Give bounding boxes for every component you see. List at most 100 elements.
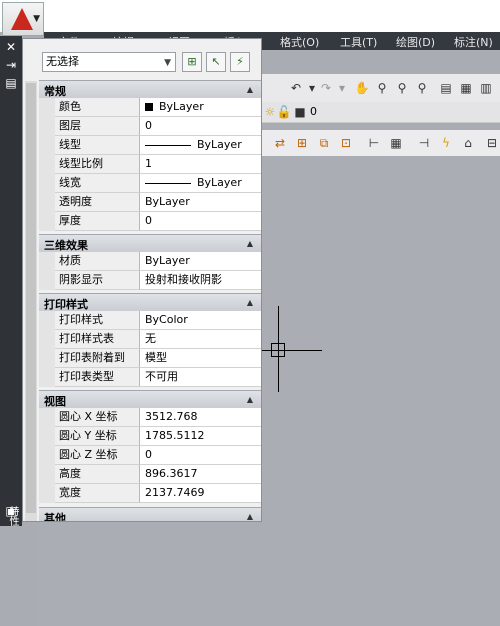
property-row-plot-style[interactable]: 打印样式 ByColor [39,311,261,330]
property-name: 圆心 Y 坐标 [55,427,140,446]
section-title: 视图 [44,395,66,408]
property-name: 图层 [55,117,140,136]
pan-icon[interactable]: ✋ [354,80,370,96]
property-value[interactable]: 0 [140,212,261,231]
selection-dropdown[interactable]: 无选择 ▼ [42,52,176,72]
property-row-linetype-scale[interactable]: 线型比例 1 [39,155,261,174]
property-value[interactable]: ByLayer [140,252,261,271]
property-value[interactable]: 0 [140,446,261,465]
section-3d-effects[interactable]: 三维效果 ▲ [39,234,261,252]
property-value[interactable]: 1785.5112 [140,427,261,446]
chevron-up-icon: ▲ [246,512,253,521]
table-icon[interactable]: ▦ [388,135,404,151]
property-value[interactable]: ByLayer [140,136,261,155]
property-name: 线宽 [55,174,140,193]
array-icon[interactable]: ⊞ [294,135,310,151]
property-row-plot-table-attached[interactable]: 打印表附着到 模型 [39,349,261,368]
undo-icon[interactable]: ↶ [288,80,304,96]
close-icon[interactable]: ✕ [3,40,19,54]
mirror-icon[interactable]: ⊡ [338,135,354,151]
property-value[interactable]: ByLayer [140,193,261,212]
menu-dimension[interactable]: 标注(N) [454,34,493,50]
menu-format[interactable]: 格式(O) [280,34,319,50]
design-center-icon[interactable]: ▦ [458,80,474,96]
application-menu-button[interactable]: ▼ [2,2,44,36]
property-value[interactable]: ByLayer [140,174,261,193]
line-sample-icon [145,182,191,184]
palette-settings-icon[interactable]: ▣ [3,504,19,518]
property-row-center-x[interactable]: 圆心 X 坐标 3512.768 [39,408,261,427]
property-value[interactable]: 模型 [140,349,261,368]
property-row-width[interactable]: 宽度 2137.7469 [39,484,261,503]
section-title: 打印样式 [44,298,88,311]
property-value[interactable]: ByColor [140,311,261,330]
align-icon[interactable]: ⊣ [416,135,432,151]
tool-palettes-icon[interactable]: ▥ [478,80,494,96]
property-row-plot-style-table[interactable]: 打印样式表 无 [39,330,261,349]
tool-icon[interactable]: ⊟ [484,135,500,151]
quick-select-button[interactable]: ⚡ [230,52,250,72]
tag-icon[interactable]: ⌂ [460,135,476,151]
property-name: 圆心 Z 坐标 [55,446,140,465]
property-name: 打印样式 [55,311,140,330]
lightning-icon[interactable]: ϟ [438,135,454,151]
section-view[interactable]: 视图 ▲ [39,390,261,408]
palette-properties-icon[interactable]: ▤ [3,76,19,90]
chevron-up-icon: ▲ [246,298,253,307]
property-row-height[interactable]: 高度 896.3617 [39,465,261,484]
pickbox [271,343,285,357]
line-sample-icon [145,144,191,146]
property-row-shadow-display[interactable]: 阴影显示 投射和接收阴影 [39,271,261,290]
property-row-linetype[interactable]: 线型 ByLayer [39,136,261,155]
property-row-transparency[interactable]: 透明度 ByLayer [39,193,261,212]
section-general[interactable]: 常规 ▲ [39,80,261,98]
menu-tools[interactable]: 工具(T) [340,34,377,50]
current-layer-value[interactable]: 0 [310,105,317,118]
chevron-down-icon: ▼ [164,58,171,68]
zoom-window-icon[interactable]: ⚲ [394,80,410,96]
menu-draw[interactable]: 绘图(D) [396,34,435,50]
property-row-lineweight[interactable]: 线宽 ByLayer [39,174,261,193]
property-row-material[interactable]: 材质 ByLayer [39,252,261,271]
zoom-realtime-icon[interactable]: ⚲ [374,80,390,96]
zoom-previous-icon[interactable]: ⚲ [414,80,430,96]
property-value[interactable]: 投射和接收阴影 [140,271,261,290]
scrollbar-thumb[interactable] [26,83,36,513]
redo-icon[interactable]: ↷ [318,80,334,96]
layer-color-icon: ■ [294,105,306,119]
property-row-center-y[interactable]: 圆心 Y 坐标 1785.5112 [39,427,261,446]
property-value[interactable]: 不可用 [140,368,261,387]
copy-icon[interactable]: ⧉ [316,135,332,151]
property-value[interactable]: 2137.7469 [140,484,261,503]
dimension-icon[interactable]: ⊢ [366,135,382,151]
property-name: 宽度 [55,484,140,503]
lock-icon: 🔓 [276,105,292,119]
chevron-up-icon: ▲ [246,395,253,404]
property-row-color[interactable]: 颜色 ByLayer [39,98,261,117]
chevron-up-icon: ▲ [246,239,253,248]
toggle-pickadd-button[interactable]: ⊞ [182,52,202,72]
select-objects-button[interactable]: ↖ [206,52,226,72]
redo-dropdown-icon[interactable]: ▾ [334,80,350,96]
property-value[interactable]: 无 [140,330,261,349]
property-row-plot-table-type[interactable]: 打印表类型 不可用 [39,368,261,387]
section-plot-style[interactable]: 打印样式 ▲ [39,293,261,311]
property-value[interactable]: 0 [140,117,261,136]
property-value[interactable]: 896.3617 [140,465,261,484]
property-value[interactable]: 3512.768 [140,408,261,427]
property-name: 高度 [55,465,140,484]
property-row-center-z[interactable]: 圆心 Z 坐标 0 [39,446,261,465]
property-value[interactable]: 1 [140,155,261,174]
section-misc[interactable]: 其他 ▲ [39,507,261,521]
standard-toolbar: ↶ ▾ ↷ ▾ ✋ ⚲ ⚲ ⚲ ▤ ▦ ▥ [262,74,500,103]
property-row-thickness[interactable]: 厚度 0 [39,212,261,231]
property-name: 材质 [55,252,140,271]
property-name: 圆心 X 坐标 [55,408,140,427]
property-name: 厚度 [55,212,140,231]
modify-icon[interactable]: ⇄ [272,135,288,151]
property-row-layer[interactable]: 图层 0 [39,117,261,136]
chevron-up-icon: ▲ [246,85,253,94]
property-value[interactable]: ByLayer [140,98,261,117]
auto-hide-icon[interactable]: ⇥ [3,58,19,72]
properties-icon[interactable]: ▤ [438,80,454,96]
